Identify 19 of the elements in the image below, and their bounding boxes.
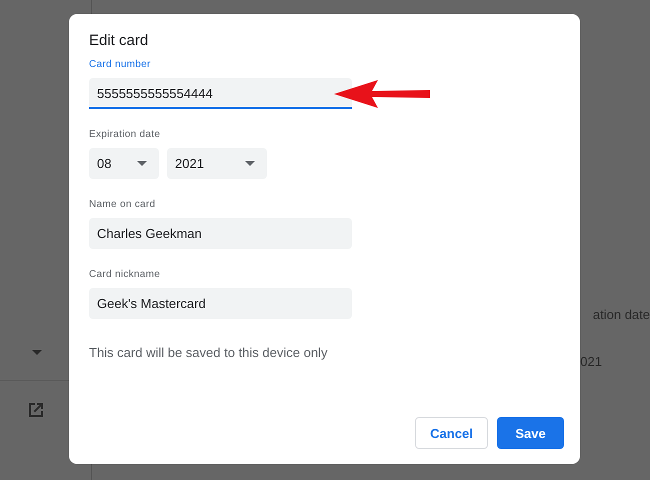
text-field[interactable]: Geek's Mastercard: [89, 288, 352, 319]
background-text: ation date: [592, 307, 650, 322]
dialog-title: Edit card: [89, 32, 150, 49]
dropdown-caret-icon[interactable]: [32, 350, 42, 355]
text-field[interactable]: 5555555555554444: [89, 78, 352, 109]
field-label: Name on card: [89, 199, 156, 210]
caret-icon: [245, 161, 255, 166]
dialog-button[interactable]: Cancel: [415, 417, 488, 449]
field-label: Expiration date: [89, 129, 160, 140]
dropdown[interactable]: 08: [89, 148, 159, 179]
open-external-icon[interactable]: [26, 401, 44, 419]
caret-icon: [137, 161, 147, 166]
dropdown[interactable]: 2021: [167, 148, 267, 179]
background-text: 021: [580, 354, 602, 369]
field-label: Card number: [89, 59, 151, 70]
field-label: Card nickname: [89, 269, 160, 280]
text-field[interactable]: Charles Geekman: [89, 218, 352, 249]
info-text: This card will be saved to this device only: [89, 345, 328, 360]
dialog-button[interactable]: Save: [497, 417, 564, 449]
